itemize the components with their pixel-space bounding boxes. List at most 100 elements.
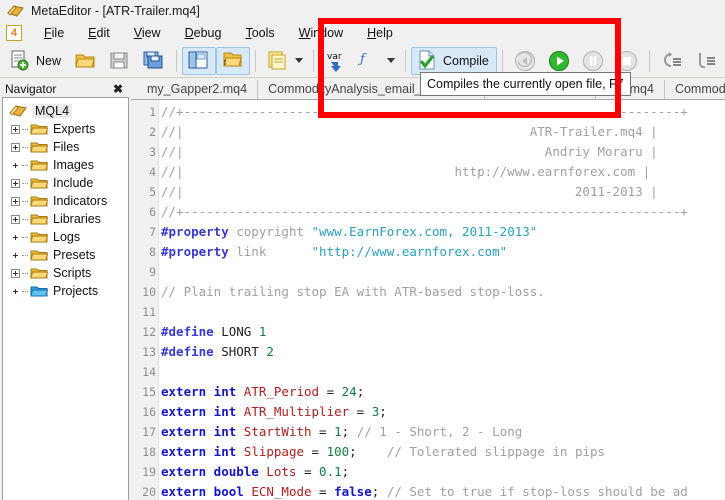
- menu-view[interactable]: View: [122, 24, 173, 42]
- toolbar-separator: [649, 50, 650, 72]
- menu-edit[interactable]: Edit: [76, 24, 122, 42]
- tree-item-label: Logs: [53, 230, 80, 244]
- code-line: [161, 362, 725, 382]
- menu-file[interactable]: File: [32, 24, 76, 42]
- clipboard-icon: [266, 49, 290, 73]
- sidebar-item-images[interactable]: Images: [3, 156, 128, 174]
- expand-plus-icon[interactable]: [11, 179, 20, 188]
- folder-icon: [30, 212, 48, 226]
- menu-window[interactable]: Window: [287, 24, 355, 42]
- step-out-button[interactable]: [655, 47, 689, 75]
- line-number: 7: [131, 222, 156, 242]
- code-line: #property copyright "www.EarnForex.com, …: [161, 222, 725, 242]
- expand-plus-icon[interactable]: [11, 197, 20, 206]
- toggle-toolbox-button[interactable]: [216, 47, 250, 75]
- code-token: =: [304, 444, 327, 459]
- code-line: // Plain trailing stop EA with ATR-based…: [161, 282, 725, 302]
- sidebar-item-libraries[interactable]: Libraries: [3, 210, 128, 228]
- menu-debug[interactable]: Debug: [173, 24, 234, 42]
- open-file-button[interactable]: [69, 47, 103, 75]
- line-number: 17: [131, 422, 156, 442]
- tree-item-label: MQL4: [32, 104, 72, 118]
- menu-help[interactable]: Help: [355, 24, 405, 42]
- navigator-tree[interactable]: MQL4 Experts Files: [2, 97, 129, 500]
- code-token: //| 2011-2013 |: [161, 184, 658, 199]
- tree-leaf-spacer: [11, 287, 20, 296]
- toggle-navigator-button[interactable]: [182, 47, 216, 75]
- toolbar-separator: [255, 50, 256, 72]
- code-token: ECN_Mode: [251, 484, 311, 499]
- code-editor[interactable]: 1234567891011121314151617181920212223242…: [131, 100, 725, 500]
- chevron-down-icon[interactable]: [295, 58, 303, 63]
- expand-plus-icon[interactable]: [11, 215, 20, 224]
- code-token: 100: [327, 444, 350, 459]
- sidebar-item-include[interactable]: Include: [3, 174, 128, 192]
- line-number: 13: [131, 342, 156, 362]
- save-button[interactable]: [103, 47, 137, 75]
- code-line: extern int ATR_Period = 24;: [161, 382, 725, 402]
- app-menu-icon[interactable]: 4: [6, 25, 22, 41]
- code-token: // Plain trailing stop EA with ATR-based…: [161, 284, 545, 299]
- title-bar: MetaEditor - [ATR-Trailer.mq4]: [0, 0, 725, 22]
- code-token: extern double: [161, 464, 266, 479]
- code-token: //| http://www.earnforex.com |: [161, 164, 650, 179]
- step-into-button[interactable]: [689, 47, 723, 75]
- menu-bar: 4 File Edit View Debug Tools Window Help: [0, 22, 725, 44]
- play-button[interactable]: [542, 47, 576, 75]
- tab-my-gapper2[interactable]: my_Gapper2.mq4: [137, 80, 258, 99]
- code-token: ;: [379, 404, 387, 419]
- rewind-button[interactable]: [508, 47, 542, 75]
- folder-icon: [30, 266, 48, 280]
- save-all-button[interactable]: [137, 47, 171, 75]
- function-button[interactable]: ƒ: [353, 47, 400, 75]
- tree-item-mql4-root[interactable]: MQL4: [3, 102, 128, 120]
- compile-label: Compile: [443, 54, 492, 68]
- code-line: extern int ATR_Multiplier = 3;: [161, 402, 725, 422]
- code-line: //| 2011-2013 |: [161, 182, 725, 202]
- expand-plus-icon[interactable]: [11, 143, 20, 152]
- sidebar-item-scripts[interactable]: Scripts: [3, 264, 128, 282]
- tree-item-label: Presets: [53, 248, 95, 262]
- line-number: 8: [131, 242, 156, 262]
- menu-tools[interactable]: Tools: [233, 24, 286, 42]
- code-token: #property: [161, 224, 229, 239]
- sidebar-item-logs[interactable]: Logs: [3, 228, 128, 246]
- compile-button[interactable]: Compile: [411, 47, 497, 75]
- toolbar-separator: [313, 50, 314, 72]
- tree-item-label: Indicators: [53, 194, 107, 208]
- sidebar-item-projects[interactable]: Projects: [3, 282, 128, 300]
- variables-button[interactable]: var: [319, 47, 353, 75]
- tab-commodi[interactable]: Commodi: [665, 80, 725, 99]
- sidebar-item-presets[interactable]: Presets: [3, 246, 128, 264]
- code-token: =: [349, 404, 372, 419]
- new-file-label: New: [36, 54, 64, 68]
- code-token: extern bool: [161, 484, 251, 499]
- save-icon: [108, 49, 132, 73]
- expand-plus-icon[interactable]: [11, 269, 20, 278]
- svg-text:ƒ: ƒ: [358, 52, 367, 67]
- code-content[interactable]: //+-------------------------------------…: [159, 100, 725, 500]
- folder-icon: [30, 140, 48, 154]
- stop-button[interactable]: [610, 47, 644, 75]
- editor-pane: my_Gapper2.mq4 CommodityAnalysis_email_a…: [131, 78, 725, 500]
- sidebar-item-experts[interactable]: Experts: [3, 120, 128, 138]
- code-token: //+-------------------------------------…: [161, 104, 688, 119]
- sidebar-item-files[interactable]: Files: [3, 138, 128, 156]
- code-token: extern int: [161, 404, 244, 419]
- clipboard-button[interactable]: [261, 47, 308, 75]
- new-file-button[interactable]: New: [4, 47, 69, 75]
- code-token: extern int: [161, 384, 244, 399]
- compile-icon: [416, 49, 440, 73]
- line-number: 5: [131, 182, 156, 202]
- close-icon[interactable]: ✖: [111, 82, 125, 96]
- chevron-down-icon[interactable]: [387, 58, 395, 63]
- expand-plus-icon[interactable]: [11, 125, 20, 134]
- svg-text:var: var: [327, 52, 342, 62]
- line-number: 4: [131, 162, 156, 182]
- sidebar-item-indicators[interactable]: Indicators: [3, 192, 128, 210]
- folder-blue-icon: [30, 284, 48, 298]
- code-token: ATR_Period: [244, 384, 319, 399]
- pause-button[interactable]: [576, 47, 610, 75]
- code-token: //| ATR-Trailer.mq4 |: [161, 124, 658, 139]
- code-token: "www.EarnForex.com, 2011-2013": [312, 224, 538, 239]
